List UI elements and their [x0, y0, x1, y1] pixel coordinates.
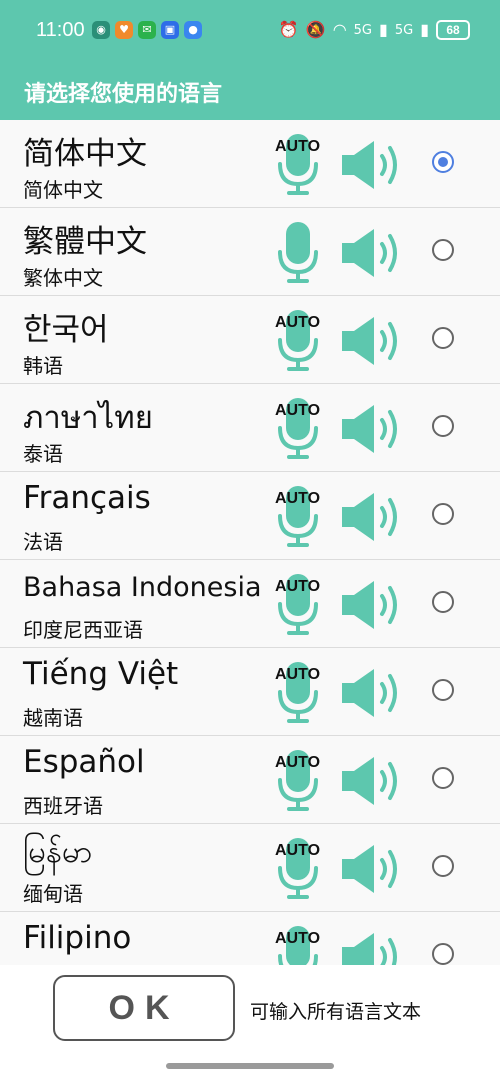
- language-chinese-name: 越南语: [23, 706, 83, 730]
- language-chinese-name: 印度尼西亚语: [23, 618, 143, 642]
- hint-text: 可输入所有语言文本: [250, 1001, 422, 1023]
- language-row[interactable]: Filipino AUTO: [0, 912, 500, 965]
- language-list[interactable]: 简体中文 简体中文 AUTO 繁體中文 繁体中文 한국어 韩语 AUTO ภาษาไทย泰…: [0, 120, 500, 965]
- auto-label: AUTO: [275, 578, 321, 595]
- auto-label: AUTO: [275, 314, 321, 331]
- signal-icon: ▮: [379, 20, 388, 39]
- language-chinese-name: 韩语: [23, 354, 63, 378]
- signal-icon-2: ▮: [420, 20, 429, 39]
- signal-5g-label-2: 5G: [394, 22, 414, 38]
- speaker-icon[interactable]: [340, 402, 406, 456]
- language-chinese-name: 缅甸语: [23, 882, 83, 906]
- status-system-icons: ⏰ 🔕 ◠ 5G ▮ 5G ▮ 68: [279, 20, 470, 40]
- footer: OK 可输入所有语言文本: [0, 965, 500, 1082]
- auto-label: AUTO: [275, 930, 321, 947]
- language-native-name: Bahasa Indonesia: [23, 572, 262, 603]
- mute-icon: 🔕: [305, 20, 326, 39]
- shopping-app-icon: ▣: [161, 21, 179, 39]
- message-app-icon: ●: [184, 21, 202, 39]
- ok-button[interactable]: OK: [53, 975, 235, 1041]
- speaker-icon[interactable]: [340, 138, 406, 192]
- speaker-icon[interactable]: [340, 666, 406, 720]
- microphone-icon[interactable]: [277, 220, 319, 286]
- speaker-icon[interactable]: [340, 490, 406, 544]
- language-radio[interactable]: [432, 591, 454, 613]
- language-row[interactable]: မြန်မာ 缅甸语 AUTO: [0, 824, 500, 912]
- language-native-name: 简体中文: [23, 136, 147, 172]
- language-radio[interactable]: [432, 679, 454, 701]
- language-native-name: မြန်မာ: [23, 834, 93, 870]
- language-chinese-name: 简体中文: [23, 178, 103, 202]
- status-app-icons: ◉ ♥ ✉ ▣ ●: [92, 21, 202, 39]
- auto-label: AUTO: [275, 490, 321, 507]
- language-native-name: 繁體中文: [23, 224, 147, 260]
- app-bar: 请选择您使用的语言: [0, 62, 500, 120]
- language-chinese-name: 泰语: [23, 442, 63, 466]
- language-native-name: Français: [23, 480, 151, 516]
- notification-app-icon: ◉: [92, 21, 110, 39]
- signal-5g-label: 5G: [353, 22, 373, 38]
- language-radio[interactable]: [432, 239, 454, 261]
- language-row[interactable]: 繁體中文 繁体中文: [0, 208, 500, 296]
- heart-app-icon: ♥: [115, 21, 133, 39]
- status-bar: 11:00 ◉ ♥ ✉ ▣ ● ⏰ 🔕 ◠ 5G ▮ 5G ▮ 68: [0, 0, 500, 62]
- language-native-name: Filipino: [23, 920, 132, 956]
- speaker-icon[interactable]: [340, 226, 406, 280]
- auto-label: AUTO: [275, 666, 321, 683]
- language-radio[interactable]: [432, 855, 454, 877]
- auto-label: AUTO: [275, 402, 321, 419]
- language-row[interactable]: 한국어 韩语 AUTO: [0, 296, 500, 384]
- language-chinese-name: 繁体中文: [23, 266, 103, 290]
- speaker-icon[interactable]: [340, 578, 406, 632]
- language-native-name: Tiếng Việt: [23, 656, 179, 692]
- language-radio[interactable]: [432, 327, 454, 349]
- speaker-icon[interactable]: [340, 754, 406, 808]
- language-native-name: ภาษาไทย: [23, 400, 153, 436]
- language-radio[interactable]: [432, 503, 454, 525]
- language-chinese-name: 西班牙语: [23, 794, 103, 818]
- home-indicator[interactable]: [166, 1063, 334, 1069]
- language-radio[interactable]: [432, 151, 454, 173]
- speaker-icon[interactable]: [340, 314, 406, 368]
- speaker-icon[interactable]: [340, 842, 406, 896]
- language-radio[interactable]: [432, 415, 454, 437]
- wechat-icon: ✉: [138, 21, 156, 39]
- language-row[interactable]: Tiếng Việt 越南语 AUTO: [0, 648, 500, 736]
- battery-icon: 68: [436, 20, 470, 40]
- speaker-icon[interactable]: [340, 930, 406, 965]
- language-row[interactable]: ภาษาไทย 泰语 AUTO: [0, 384, 500, 472]
- language-radio[interactable]: [432, 767, 454, 789]
- status-time: 11:00: [36, 19, 85, 41]
- language-chinese-name: 法语: [23, 530, 63, 554]
- alarm-icon: ⏰: [278, 20, 299, 39]
- language-native-name: Español: [23, 744, 145, 780]
- auto-label: AUTO: [275, 138, 321, 155]
- auto-label: AUTO: [275, 754, 321, 771]
- wifi-icon: ◠: [332, 20, 347, 39]
- language-row[interactable]: Español 西班牙语 AUTO: [0, 736, 500, 824]
- language-radio[interactable]: [432, 943, 454, 965]
- language-row[interactable]: Français 法语 AUTO: [0, 472, 500, 560]
- auto-label: AUTO: [275, 842, 321, 859]
- page-title: 请选择您使用的语言: [24, 82, 223, 107]
- language-row[interactable]: 简体中文 简体中文 AUTO: [0, 120, 500, 208]
- language-row[interactable]: Bahasa Indonesia 印度尼西亚语 AUTO: [0, 560, 500, 648]
- language-native-name: 한국어: [23, 312, 109, 348]
